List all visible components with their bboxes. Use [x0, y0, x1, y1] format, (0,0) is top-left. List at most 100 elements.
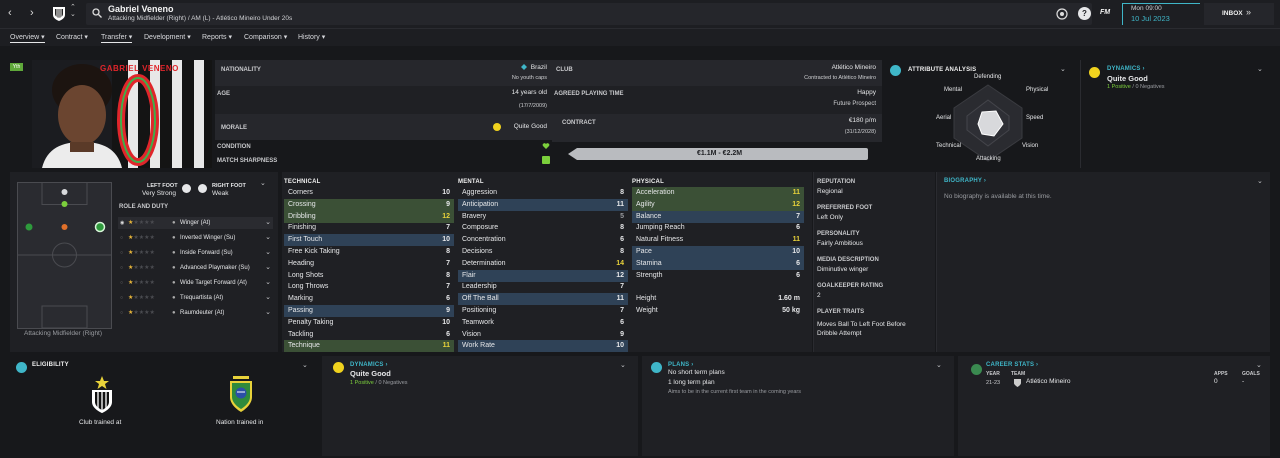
mental-attribute-row[interactable]: Work Rate 10	[458, 340, 628, 353]
attribute-name: Work Rate	[462, 342, 495, 350]
technical-attribute-row[interactable]: Long Throws 7	[284, 281, 454, 293]
tab-overview[interactable]: Overview ▾	[10, 33, 45, 43]
club-crest-icon[interactable]	[52, 6, 66, 22]
technical-attribute-row[interactable]: First Touch 10	[284, 234, 454, 247]
attribute-name: Composure	[462, 224, 499, 232]
attribute-value: 6	[796, 271, 800, 279]
mental-attribute-row[interactable]: Leadership 7	[458, 281, 628, 293]
attribute-value: 12	[442, 212, 450, 220]
technical-attribute-row[interactable]: Crossing 9	[284, 198, 454, 211]
tab-comparison[interactable]: Comparison ▾	[244, 33, 287, 41]
tab-transfer[interactable]: Transfer ▾	[101, 33, 133, 43]
media-value: Diminutive winger	[817, 266, 869, 273]
physical-attribute-row[interactable]: Natural Fitness 11	[632, 234, 804, 246]
back-arrow-icon[interactable]: ‹	[8, 7, 12, 19]
tab-history[interactable]: History ▾	[298, 33, 325, 41]
mental-attribute-row[interactable]: Decisions 8	[458, 246, 628, 258]
career-team[interactable]: Atlético Mineiro	[1026, 378, 1070, 385]
mental-attribute-row[interactable]: Flair 12	[458, 269, 628, 282]
career-title[interactable]: CAREER STATS ›	[986, 362, 1038, 368]
switch-chevrons-icon[interactable]: ⌃ ⌄	[70, 4, 76, 18]
technical-attribute-row[interactable]: Heading 7	[284, 258, 454, 270]
tab-development[interactable]: Development ▾	[144, 33, 191, 41]
attribute-name: Technique	[288, 342, 320, 350]
axis-speed: Speed	[1026, 115, 1044, 121]
physical-attribute-row[interactable]	[632, 281, 804, 293]
chevron-down-icon[interactable]: ⌄	[620, 361, 626, 369]
chevron-down-icon[interactable]: ⌄	[1256, 361, 1262, 369]
physical-attribute-row[interactable]: Jumping Reach 6	[632, 222, 804, 234]
mental-attribute-row[interactable]: Composure 8	[458, 222, 628, 234]
dynamics-title[interactable]: DYNAMICS ›	[350, 362, 388, 368]
attribute-value: 10	[442, 318, 450, 326]
search-icon[interactable]	[92, 8, 102, 18]
physical-attribute-row[interactable]: Strength 6	[632, 270, 804, 282]
role-row[interactable]: ○ ★★★★★ ● Inside Forward (Su) ⌄	[118, 247, 273, 259]
role-row[interactable]: ○ ★★★★★ ● Trequartista (At) ⌄	[118, 292, 273, 304]
fm-logo[interactable]: FM	[1100, 9, 1110, 16]
mental-attribute-row[interactable]: Determination 14	[458, 258, 628, 270]
technical-attribute-row[interactable]: Technique 11	[284, 340, 454, 353]
forward-arrow-icon[interactable]: ›	[30, 7, 34, 19]
reputation-label: REPUTATION	[817, 179, 856, 185]
plans-title[interactable]: PLANS ›	[668, 362, 693, 368]
mental-attribute-row[interactable]: Anticipation 11	[458, 198, 628, 211]
plans-icon	[651, 362, 662, 373]
role-row[interactable]: ○ ★★★★★ ● Inverted Winger (Su) ⌄	[118, 232, 273, 244]
dynamics-title[interactable]: DYNAMICS ›	[1107, 66, 1145, 72]
nationality-label: NATIONALITY	[221, 67, 261, 73]
chevron-down-icon[interactable]: ⌄	[302, 361, 308, 369]
chevron-down-icon[interactable]: ⌄	[1257, 65, 1263, 73]
chevron-down-icon[interactable]: ⌄	[260, 179, 266, 187]
mental-list: Aggression 8 Anticipation 11 Bravery 5 Composu…	[458, 187, 628, 357]
chevron-down-icon[interactable]: ⌄	[1060, 65, 1066, 73]
brazil-federation-crest-icon	[230, 376, 252, 412]
technical-attribute-row[interactable]: Dribbling 12	[284, 210, 454, 223]
tab-reports[interactable]: Reports ▾	[202, 33, 232, 41]
mental-attribute-row[interactable]: Off The Ball 11	[458, 293, 628, 306]
chevron-down-icon[interactable]: ⌄	[936, 361, 942, 369]
role-row[interactable]: ○ ★★★★★ ● Raumdeuter (At) ⌄	[118, 307, 273, 319]
physical-attribute-row[interactable]: Weight 50 kg	[632, 305, 804, 317]
player-photo: GABRIEL VENENO	[32, 60, 212, 168]
role-row[interactable]: ○ ★★★★★ ● Wide Target Forward (At) ⌄	[118, 277, 273, 289]
physical-attribute-row[interactable]: Acceleration 11	[632, 187, 804, 199]
role-row[interactable]: ◉ ★★★★★ ● Winger (At) ⌄	[118, 217, 273, 229]
attribute-name: Acceleration	[636, 189, 675, 196]
attribute-name: Free Kick Taking	[288, 248, 340, 255]
attribute-value: 6	[446, 330, 450, 338]
chevron-down-icon[interactable]: ⌄	[1257, 177, 1263, 185]
inspect-icon[interactable]	[1056, 8, 1068, 20]
attribute-name: Height	[636, 295, 657, 303]
technical-attribute-row[interactable]: Marking 6	[284, 293, 454, 305]
dynamics-icon	[333, 362, 344, 373]
physical-attribute-row[interactable]: Stamina 6	[632, 257, 804, 270]
physical-attribute-row[interactable]: Height 1.60 m	[632, 293, 804, 305]
help-icon[interactable]: ?	[1078, 7, 1091, 20]
role-row[interactable]: ○ ★★★★★ ● Advanced Playmaker (Su) ⌄	[118, 262, 273, 274]
technical-attribute-row[interactable]: Corners 10	[284, 187, 454, 199]
attribute-value: 6	[620, 318, 624, 326]
biography-title[interactable]: BIOGRAPHY ›	[944, 178, 986, 184]
technical-attribute-row[interactable]: Finishing 7	[284, 222, 454, 234]
technical-attribute-row[interactable]: Penalty Taking 10	[284, 317, 454, 329]
technical-attribute-row[interactable]: Passing 9	[284, 305, 454, 317]
mental-attribute-row[interactable]: Concentration 6	[458, 234, 628, 246]
physical-attribute-row[interactable]: Agility 12	[632, 198, 804, 211]
attribute-value: 11	[792, 236, 800, 244]
mental-attribute-row[interactable]: Teamwork 6	[458, 317, 628, 329]
technical-attribute-row[interactable]: Tackling 6	[284, 329, 454, 341]
technical-attribute-row[interactable]: Long Shots 8	[284, 270, 454, 282]
inbox-arrow-icon: »	[1246, 7, 1252, 17]
physical-attribute-row[interactable]: Balance 7	[632, 210, 804, 223]
mental-attribute-row[interactable]: Vision 9	[458, 329, 628, 341]
positions-panel: Attacking Midfielder (Right) LEFT FOOT V…	[10, 172, 278, 352]
sharpness-label: MATCH SHARPNESS	[217, 158, 278, 164]
tab-contract[interactable]: Contract ▾	[56, 33, 88, 41]
left-foot-label: LEFT FOOT	[147, 183, 178, 189]
mental-attribute-row[interactable]: Aggression 8	[458, 187, 628, 199]
physical-attribute-row[interactable]: Pace 10	[632, 246, 804, 258]
mental-attribute-row[interactable]: Bravery 5	[458, 211, 628, 223]
technical-attribute-row[interactable]: Free Kick Taking 8	[284, 246, 454, 258]
mental-attribute-row[interactable]: Positioning 7	[458, 305, 628, 317]
